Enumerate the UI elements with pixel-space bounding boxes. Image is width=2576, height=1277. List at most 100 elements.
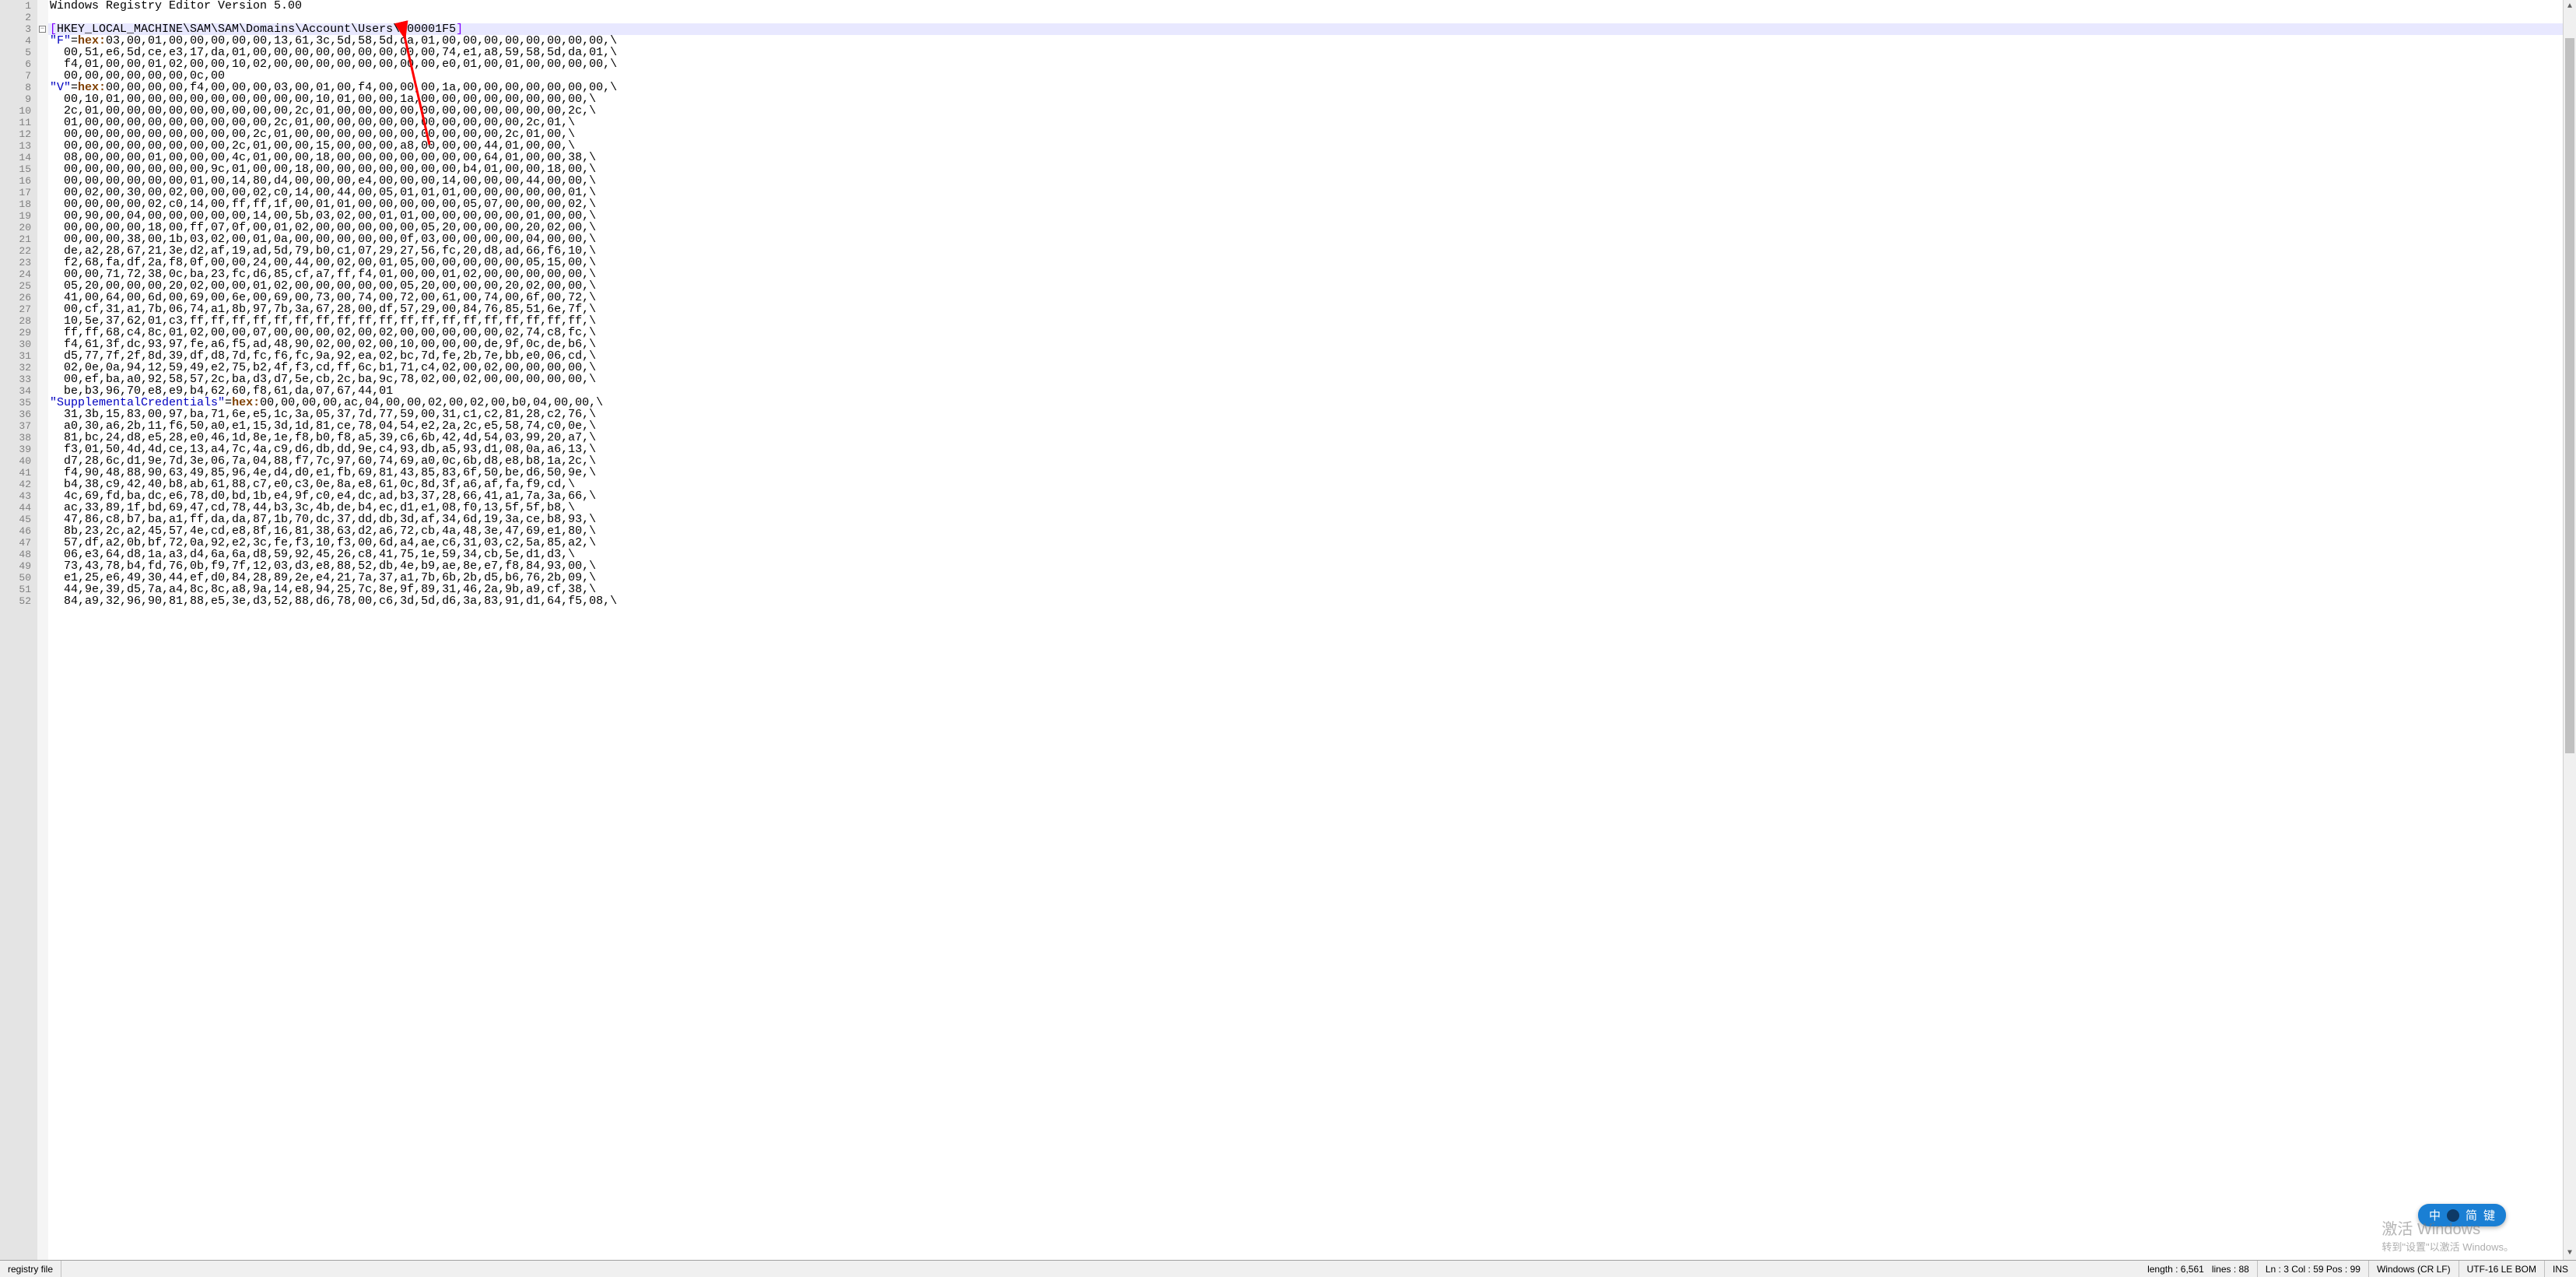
line-number[interactable]: 41: [0, 467, 31, 479]
code-line[interactable]: b4,38,c9,42,40,b8,ab,61,88,c7,e0,c3,0e,8…: [48, 479, 2576, 490]
code-line[interactable]: 06,e3,64,d8,1a,a3,d4,6a,6a,d8,59,92,45,2…: [48, 549, 2576, 560]
code-line[interactable]: 73,43,78,b4,fd,76,0b,f9,7f,12,03,d3,e8,8…: [48, 560, 2576, 572]
code-line[interactable]: 41,00,64,00,6d,00,69,00,6e,00,69,00,73,0…: [48, 292, 2576, 303]
line-number[interactable]: 12: [0, 128, 31, 140]
status-eol[interactable]: Windows (CR LF): [2369, 1261, 2459, 1277]
line-number[interactable]: 27: [0, 303, 31, 315]
code-line[interactable]: 44,9e,39,d5,7a,a4,8c,8c,a8,9a,14,e8,94,2…: [48, 584, 2576, 595]
line-number[interactable]: 31: [0, 350, 31, 362]
line-number[interactable]: 40: [0, 455, 31, 467]
line-number[interactable]: 35: [0, 397, 31, 409]
line-number[interactable]: 17: [0, 187, 31, 198]
code-line[interactable]: 02,0e,0a,94,12,59,49,e2,75,b2,4f,f3,cd,f…: [48, 362, 2576, 374]
line-number[interactable]: 43: [0, 490, 31, 502]
line-number[interactable]: 46: [0, 525, 31, 537]
code-line[interactable]: "V"=hex:00,00,00,00,f4,00,00,00,03,00,01…: [48, 82, 2576, 93]
code-line[interactable]: ac,33,89,1f,bd,69,47,cd,78,44,b3,3c,4b,d…: [48, 502, 2576, 514]
code-line[interactable]: 00,ef,ba,a0,92,58,57,2c,ba,d3,d7,5e,cb,2…: [48, 374, 2576, 385]
code-line[interactable]: "SupplementalCredentials"=hex:00,00,00,0…: [48, 397, 2576, 409]
vertical-scrollbar[interactable]: ▲ ▼: [2563, 0, 2576, 1260]
code-line[interactable]: 10,5e,37,62,01,c3,ff,ff,ff,ff,ff,ff,ff,f…: [48, 315, 2576, 327]
line-number[interactable]: 21: [0, 233, 31, 245]
code-line[interactable]: ff,ff,68,c4,8c,01,02,00,00,07,00,00,00,0…: [48, 327, 2576, 339]
code-line[interactable]: f4,61,3f,dc,93,97,fe,a6,f5,ad,48,90,02,0…: [48, 339, 2576, 350]
line-number[interactable]: 1: [0, 0, 31, 12]
line-number[interactable]: 19: [0, 210, 31, 222]
code-line[interactable]: 00,00,00,00,18,00,ff,07,0f,00,01,02,00,0…: [48, 222, 2576, 233]
code-line[interactable]: [48, 12, 2576, 23]
line-number[interactable]: 20: [0, 222, 31, 233]
code-line[interactable]: 05,20,00,00,00,20,02,00,00,01,02,00,00,0…: [48, 280, 2576, 292]
line-number[interactable]: 50: [0, 572, 31, 584]
line-number[interactable]: 3: [0, 23, 31, 35]
status-encoding[interactable]: UTF-16 LE BOM: [2459, 1261, 2545, 1277]
code-line[interactable]: 8b,23,2c,a2,45,57,4e,cd,e8,8f,16,81,38,6…: [48, 525, 2576, 537]
scrollbar-thumb[interactable]: [2565, 38, 2574, 753]
line-number[interactable]: 6: [0, 58, 31, 70]
code-line[interactable]: be,b3,96,70,e8,e9,b4,62,60,f8,61,da,07,6…: [48, 385, 2576, 397]
line-number[interactable]: 37: [0, 420, 31, 432]
status-caret-position[interactable]: Ln : 3 Col : 59 Pos : 99: [2258, 1261, 2369, 1277]
line-number[interactable]: 13: [0, 140, 31, 152]
fold-toggle-icon[interactable]: −: [39, 26, 46, 33]
line-number[interactable]: 42: [0, 479, 31, 490]
line-number[interactable]: 30: [0, 339, 31, 350]
code-line[interactable]: 81,bc,24,d8,e5,28,e0,46,1d,8e,1e,f8,b0,f…: [48, 432, 2576, 444]
line-number[interactable]: 36: [0, 409, 31, 420]
code-line[interactable]: de,a2,28,67,21,3e,d2,af,19,ad,5d,79,b0,c…: [48, 245, 2576, 257]
line-number[interactable]: 4: [0, 35, 31, 47]
line-number[interactable]: 39: [0, 444, 31, 455]
line-number[interactable]: 49: [0, 560, 31, 572]
code-line[interactable]: 00,00,00,00,02,c0,14,00,ff,ff,1f,00,01,0…: [48, 198, 2576, 210]
code-line[interactable]: 01,00,00,00,00,00,00,00,00,00,2c,01,00,0…: [48, 117, 2576, 128]
code-line[interactable]: 47,86,c8,b7,ba,a1,ff,da,da,87,1b,70,dc,3…: [48, 514, 2576, 525]
code-line[interactable]: d5,77,7f,2f,8d,39,df,d8,7d,fc,f6,fc,9a,9…: [48, 350, 2576, 362]
line-number[interactable]: 9: [0, 93, 31, 105]
line-number[interactable]: 11: [0, 117, 31, 128]
code-line[interactable]: 00,00,00,00,00,00,01,00,14,80,d4,00,00,0…: [48, 175, 2576, 187]
code-line[interactable]: 00,00,00,00,00,00,00,00,00,2c,01,00,00,0…: [48, 128, 2576, 140]
code-line[interactable]: 00,02,00,30,00,02,00,00,00,02,c0,14,00,4…: [48, 187, 2576, 198]
code-line[interactable]: 2c,01,00,00,00,00,00,00,00,00,00,2c,01,0…: [48, 105, 2576, 117]
scroll-down-arrow-icon[interactable]: ▼: [2564, 1247, 2576, 1260]
status-language[interactable]: registry file: [0, 1261, 61, 1277]
code-line[interactable]: 00,00,00,00,00,00,00,00,2c,01,00,00,15,0…: [48, 140, 2576, 152]
line-number[interactable]: 34: [0, 385, 31, 397]
code-line[interactable]: 00,00,71,72,38,0c,ba,23,fc,d6,85,cf,a7,f…: [48, 268, 2576, 280]
scroll-up-arrow-icon[interactable]: ▲: [2564, 0, 2576, 13]
line-number[interactable]: 47: [0, 537, 31, 549]
code-line[interactable]: 84,a9,32,96,90,81,88,e5,3e,d3,52,88,d6,7…: [48, 595, 2576, 607]
code-line[interactable]: d7,28,6c,d1,9e,7d,3e,06,7a,04,88,f7,7c,9…: [48, 455, 2576, 467]
line-number[interactable]: 28: [0, 315, 31, 327]
code-line[interactable]: 00,00,00,00,00,00,00,9c,01,00,00,18,00,0…: [48, 163, 2576, 175]
line-number[interactable]: 25: [0, 280, 31, 292]
code-line[interactable]: e1,25,e6,49,30,44,ef,d0,84,28,89,2e,e4,2…: [48, 572, 2576, 584]
line-number[interactable]: 16: [0, 175, 31, 187]
code-line[interactable]: 00,00,00,38,00,1b,03,02,00,01,0a,00,00,0…: [48, 233, 2576, 245]
line-number-gutter[interactable]: 1234567891011121314151617181920212223242…: [0, 0, 37, 1260]
line-number[interactable]: 38: [0, 432, 31, 444]
line-number[interactable]: 22: [0, 245, 31, 257]
status-insert-mode[interactable]: INS: [2545, 1261, 2576, 1277]
line-number[interactable]: 24: [0, 268, 31, 280]
code-line[interactable]: f2,68,fa,df,2a,f8,0f,00,00,24,00,44,00,0…: [48, 257, 2576, 268]
code-line[interactable]: 00,51,e6,5d,ce,e3,17,da,01,00,00,00,00,0…: [48, 47, 2576, 58]
line-number[interactable]: 14: [0, 152, 31, 163]
line-number[interactable]: 33: [0, 374, 31, 385]
line-number[interactable]: 52: [0, 595, 31, 607]
code-line[interactable]: "F"=hex:03,00,01,00,00,00,00,00,13,61,3c…: [48, 35, 2576, 47]
code-line[interactable]: Windows Registry Editor Version 5.00: [48, 0, 2576, 12]
line-number[interactable]: 51: [0, 584, 31, 595]
line-number[interactable]: 29: [0, 327, 31, 339]
fold-column[interactable]: −: [37, 0, 48, 1260]
ime-indicator[interactable]: 中 简 键: [2418, 1204, 2506, 1226]
line-number[interactable]: 2: [0, 12, 31, 23]
code-line[interactable]: [HKEY_LOCAL_MACHINE\SAM\SAM\Domains\Acco…: [48, 23, 2576, 35]
line-number[interactable]: 15: [0, 163, 31, 175]
line-number[interactable]: 10: [0, 105, 31, 117]
line-number[interactable]: 7: [0, 70, 31, 82]
line-number[interactable]: 23: [0, 257, 31, 268]
line-number[interactable]: 48: [0, 549, 31, 560]
code-line[interactable]: f3,01,50,4d,4d,ce,13,a4,7c,4a,c9,d6,db,d…: [48, 444, 2576, 455]
code-line[interactable]: f4,01,00,00,01,02,00,00,10,02,00,00,00,0…: [48, 58, 2576, 70]
